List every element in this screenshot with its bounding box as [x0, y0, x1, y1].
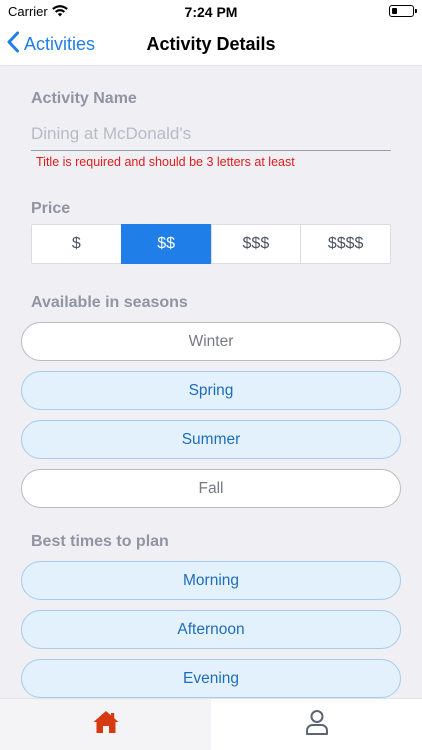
price-segmented-control: $ $$ $$$ $$$$ — [31, 224, 391, 264]
tab-profile[interactable] — [211, 699, 422, 750]
season-fall-toggle[interactable]: Fall — [21, 469, 401, 508]
best-times-label: Best times to plan — [31, 533, 169, 550]
profile-icon — [305, 709, 329, 740]
activity-name-input[interactable] — [31, 117, 391, 151]
battery-icon — [389, 5, 417, 17]
chevron-left-icon — [6, 31, 20, 58]
clock: 7:24 PM — [184, 4, 238, 20]
back-button[interactable]: Activities — [6, 22, 95, 66]
home-icon — [92, 710, 120, 739]
season-spring-toggle[interactable]: Spring — [21, 371, 401, 410]
time-afternoon-toggle[interactable]: Afternoon — [21, 610, 401, 649]
season-winter-toggle[interactable]: Winter — [21, 322, 401, 361]
price-label: Price — [31, 200, 71, 217]
season-summer-toggle[interactable]: Summer — [21, 420, 401, 459]
navigation-bar: Activities Activity Details — [0, 22, 422, 66]
price-option-3[interactable]: $$$ — [210, 224, 302, 264]
tab-bar — [0, 698, 422, 750]
seasons-label: Available in seasons — [31, 294, 188, 311]
tab-home[interactable] — [0, 699, 211, 750]
activity-form[interactable]: Activity Name Title is required and shou… — [0, 67, 422, 698]
time-morning-toggle[interactable]: Morning — [21, 561, 401, 600]
time-evening-toggle[interactable]: Evening — [21, 659, 401, 698]
status-bar: Carrier 7:24 PM — [0, 0, 422, 22]
activity-name-error: Title is required and should be 3 letter… — [36, 155, 295, 169]
back-button-label: Activities — [24, 33, 96, 54]
price-option-1[interactable]: $ — [31, 224, 122, 264]
price-option-4[interactable]: $$$$ — [300, 224, 391, 264]
activity-name-label: Activity Name — [31, 90, 137, 107]
price-option-2[interactable]: $$ — [120, 224, 212, 264]
